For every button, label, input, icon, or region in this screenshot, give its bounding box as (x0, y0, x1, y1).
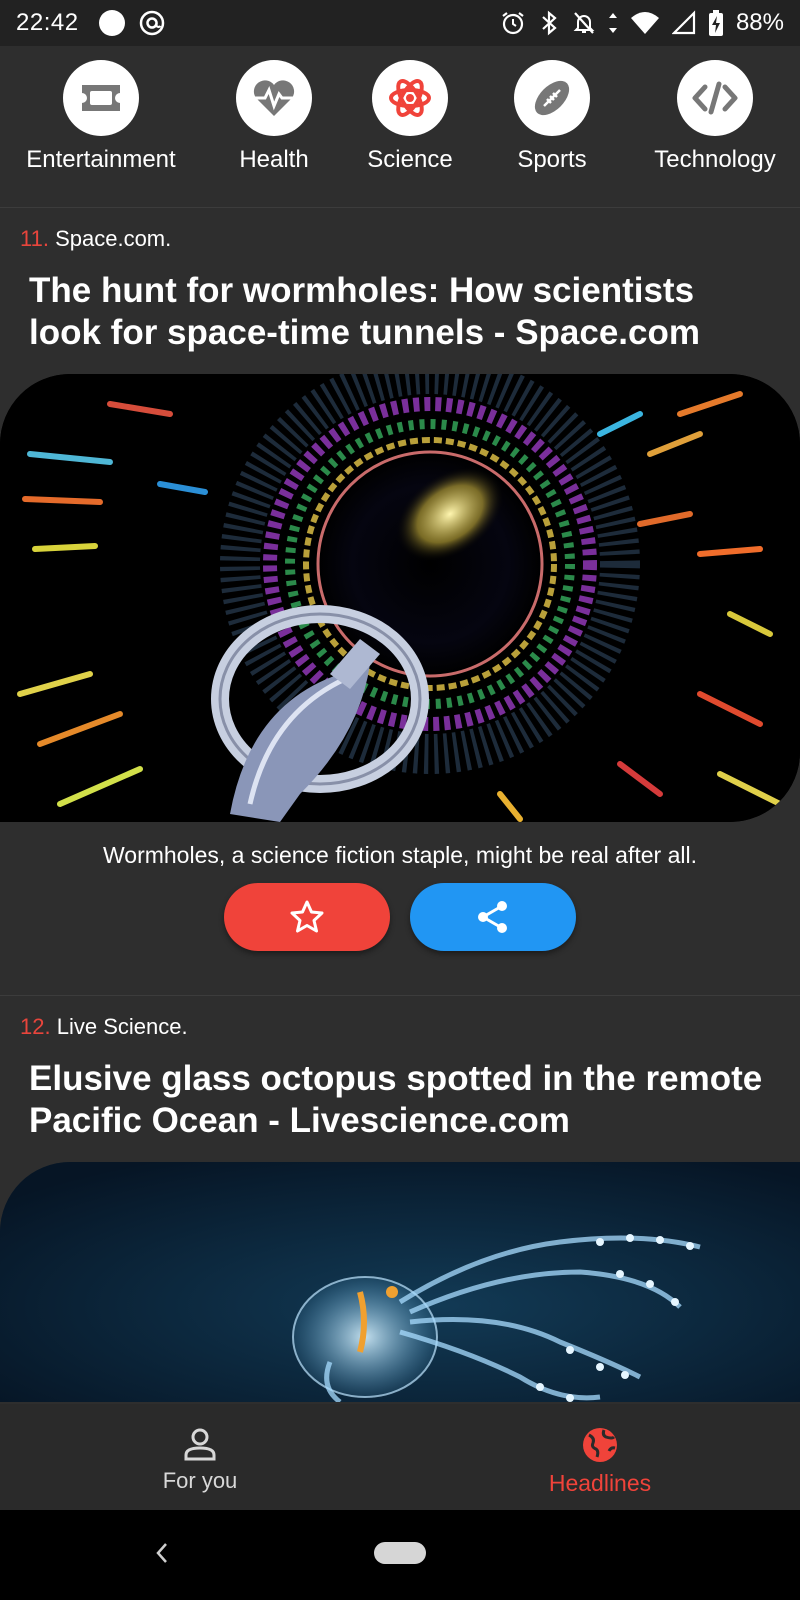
category-technology[interactable]: Technology (630, 60, 800, 174)
category-label: Sports (517, 146, 587, 173)
category-label: Technology (654, 146, 776, 173)
home-pill-button[interactable] (374, 1542, 426, 1564)
nav-for-you[interactable]: For you (0, 1404, 400, 1510)
battery-charging-icon (708, 10, 723, 36)
article-headline[interactable]: The hunt for wormholes: How scientists l… (0, 258, 800, 354)
battery-percent: 88% (735, 9, 784, 36)
article-card[interactable]: 11. Space.com. The hunt for wormholes: H… (0, 208, 800, 996)
source-name: Space.com. (55, 226, 172, 251)
category-entertainment[interactable]: Entertainment (20, 60, 182, 174)
status-bar: 22:42 88% (0, 0, 800, 46)
wifi-icon (630, 12, 659, 34)
category-science[interactable]: Science (360, 60, 460, 174)
alarm-icon (502, 12, 524, 35)
share-button[interactable] (410, 883, 576, 951)
status-time: 22:42 (16, 9, 79, 36)
article-caption: Wormholes, a science fiction staple, mig… (102, 842, 697, 868)
category-health[interactable]: Health (224, 60, 324, 174)
circle-icon (98, 10, 125, 36)
article-number: 11. (20, 226, 49, 251)
category-sports[interactable]: Sports (502, 60, 602, 174)
ticket-icon (63, 60, 139, 136)
nav-label: For you (162, 1468, 238, 1493)
bluetooth-icon (542, 10, 557, 36)
bottom-navigation: For you Headlines (0, 1404, 800, 1510)
category-label: Entertainment (26, 146, 176, 173)
person-icon (184, 1428, 216, 1461)
category-bar: Entertainment Health Science Sports Tech… (0, 46, 800, 208)
globe-icon (583, 1428, 617, 1462)
glass-octopus-image[interactable] (0, 1162, 800, 1402)
article-headline[interactable]: Elusive glass octopus spotted in the rem… (0, 1046, 800, 1142)
nav-label: Headlines (548, 1470, 652, 1496)
nav-headlines[interactable]: Headlines (400, 1404, 800, 1510)
atom-icon (372, 60, 448, 136)
wormhole-spaceship-image[interactable] (0, 374, 800, 822)
news-feed[interactable]: 11. Space.com. The hunt for wormholes: H… (0, 208, 800, 1404)
article-source: 11. Space.com. (0, 208, 800, 258)
star-icon (290, 900, 324, 933)
favorite-button[interactable] (224, 883, 390, 951)
category-label: Health (239, 146, 309, 173)
category-label: Science (367, 146, 453, 173)
article-card[interactable]: 12. Live Science. Elusive glass octopus … (0, 996, 800, 1402)
heartbeat-icon (236, 60, 312, 136)
share-icon (478, 901, 507, 933)
data-arrows-icon (608, 13, 617, 33)
at-icon (139, 10, 164, 36)
football-icon (514, 60, 590, 136)
system-navigation-bar (0, 1510, 800, 1600)
signal-icon (671, 10, 696, 35)
back-icon[interactable] (152, 1538, 172, 1568)
source-name: Live Science. (56, 1014, 188, 1039)
code-icon (677, 60, 753, 136)
article-actions (0, 883, 800, 951)
bell-off-icon (573, 12, 595, 34)
article-number: 12. (20, 1014, 51, 1039)
article-source: 12. Live Science. (0, 996, 800, 1046)
